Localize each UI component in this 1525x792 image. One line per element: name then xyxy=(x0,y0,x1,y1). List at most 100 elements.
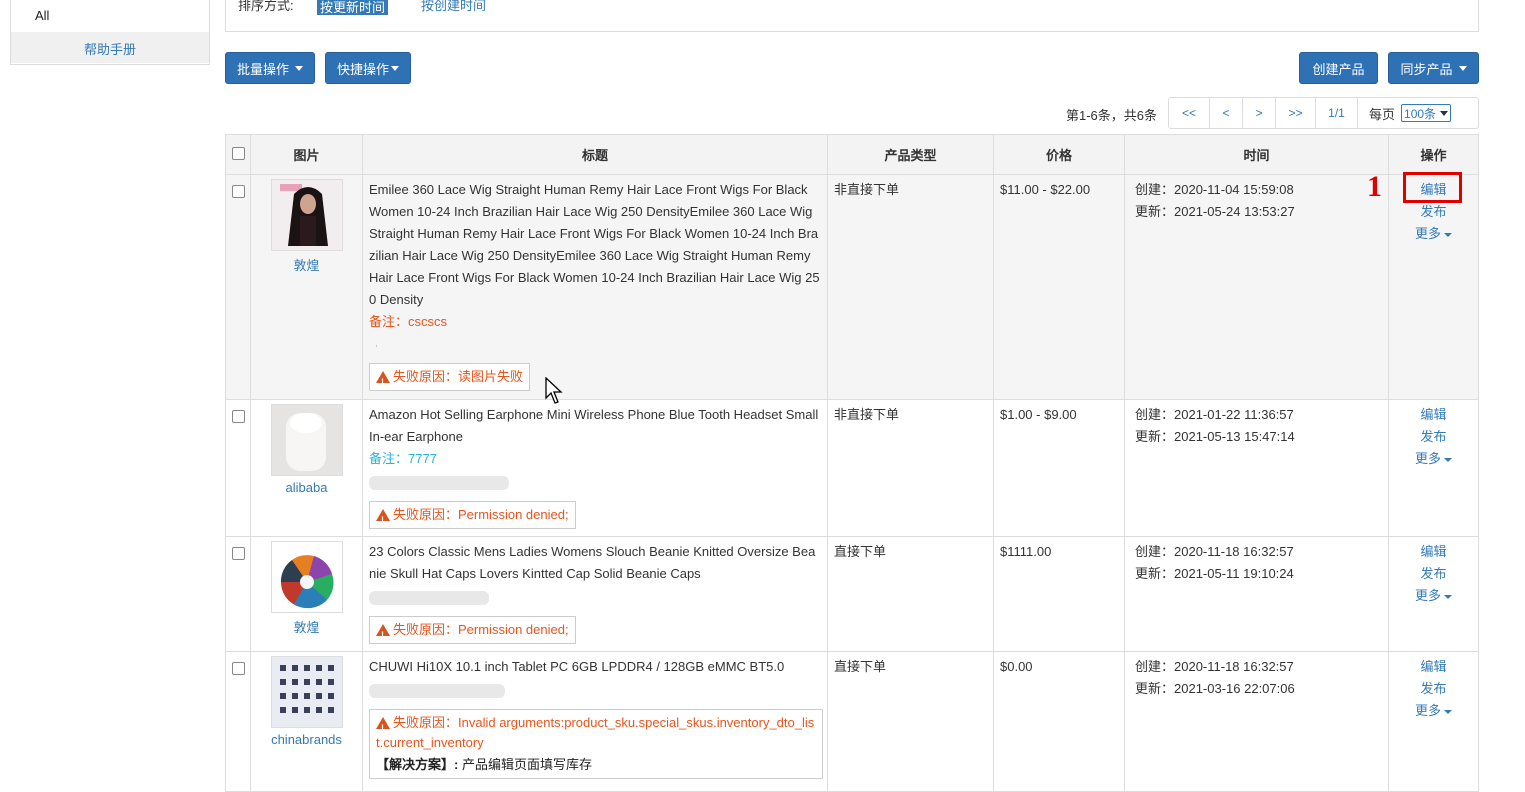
more-label: 更多 xyxy=(1414,451,1441,466)
row-select-cell xyxy=(225,174,251,400)
product-note: 备注：cscscs xyxy=(369,314,448,329)
product-thumbnail[interactable] xyxy=(270,656,343,728)
product-thumbnail[interactable] xyxy=(270,179,343,251)
step-marker: 1 xyxy=(1367,170,1382,203)
per-page-select[interactable]: 100条 xyxy=(1401,104,1452,122)
quick-actions-button[interactable]: 快捷操作 xyxy=(325,52,411,84)
warning-icon xyxy=(376,509,390,530)
product-thumbnail[interactable] xyxy=(270,541,343,613)
mouse-cursor-icon xyxy=(545,377,563,404)
pagination-info: 第1-6条，共6条 xyxy=(1066,108,1158,123)
help-manual-link[interactable]: 帮助手册 xyxy=(11,32,209,63)
ops-cell: 编辑 发布 更多 xyxy=(1388,651,1479,792)
product-source[interactable]: chinabrands xyxy=(251,732,362,747)
updated-time: 更新：2021-05-11 19:10:24 xyxy=(1135,566,1294,581)
header-ops: 操作 xyxy=(1388,134,1479,175)
sort-bar: 排序方式: 按更新时间 按创建时间 xyxy=(225,0,1479,32)
sort-by-created[interactable]: 按创建时间 xyxy=(421,0,486,14)
price-cell: $1.00 - $9.00 xyxy=(993,399,1125,537)
select-all-checkbox[interactable] xyxy=(231,146,245,160)
create-product-label: 创建产品 xyxy=(1312,61,1365,77)
pagination: << < > >> 1/1 每页 100条 xyxy=(1168,97,1479,129)
edit-link[interactable]: 编辑 xyxy=(1389,404,1478,426)
blurred-text xyxy=(369,684,505,698)
updated-time: 更新：2021-03-16 22:07:06 xyxy=(1135,681,1295,696)
type-cell: 直接下单 xyxy=(827,651,994,792)
row-checkbox[interactable] xyxy=(231,185,245,198)
price-cell: $1111.00 xyxy=(993,536,1125,652)
bulk-actions-label: 批量操作 xyxy=(236,61,289,77)
sort-by-updated[interactable]: 按更新时间 xyxy=(317,0,389,15)
row-checkbox[interactable] xyxy=(231,547,245,560)
image-cell: chinabrands xyxy=(250,651,363,792)
product-source[interactable]: 敦煌 xyxy=(251,617,362,636)
failure-reason-text: 失败原因：Permission denied; xyxy=(393,622,569,637)
publish-link[interactable]: 发布 xyxy=(1389,563,1478,585)
table-row: 敦煌 23 Colors Classic Mens Ladies Womens … xyxy=(225,536,1479,652)
more-label: 更多 xyxy=(1414,703,1441,718)
price-cell: $0.00 xyxy=(993,651,1125,792)
failure-reason-text: 失败原因：读图片失败 xyxy=(393,369,524,384)
failure-reason: 失败原因：Permission denied; xyxy=(369,501,576,530)
sidebar-item-all[interactable]: All xyxy=(11,0,209,32)
bulk-actions-button[interactable]: 批量操作 xyxy=(225,52,315,84)
ops-cell: 编辑 发布 更多 xyxy=(1388,174,1479,400)
more-link[interactable]: 更多 xyxy=(1389,223,1478,245)
tablet-product-image xyxy=(271,657,342,727)
row-checkbox[interactable] xyxy=(231,662,245,675)
row-checkbox[interactable] xyxy=(231,410,245,423)
more-link[interactable]: 更多 xyxy=(1389,585,1478,607)
next-page-button[interactable]: > xyxy=(1243,98,1276,128)
product-thumbnail[interactable] xyxy=(270,404,343,476)
earphone-product-image xyxy=(271,405,342,475)
solution-text: 产品编辑页面填写库存 xyxy=(461,757,592,772)
time-cell: 创建：2020-11-04 15:59:08 更新：2021-05-24 13:… xyxy=(1124,174,1389,400)
time-cell: 创建：2020-11-18 16:32:57 更新：2021-03-16 22:… xyxy=(1124,651,1389,792)
sync-product-button[interactable]: 同步产品 xyxy=(1388,52,1479,84)
image-cell: 敦煌 xyxy=(250,174,363,400)
more-link[interactable]: 更多 xyxy=(1389,700,1478,722)
header-image: 图片 xyxy=(250,134,363,175)
failure-reason-text: 失败原因：Permission denied; xyxy=(393,507,569,522)
chevron-down-icon xyxy=(1444,594,1452,599)
ops-cell: 编辑 发布 更多 xyxy=(1388,399,1479,537)
publish-link[interactable]: 发布 xyxy=(1389,426,1478,448)
table-row: alibaba Amazon Hot Selling Earphone Mini… xyxy=(225,399,1479,537)
edit-link[interactable]: 编辑 xyxy=(1389,656,1478,678)
sidebar: All 帮助手册 xyxy=(10,0,210,65)
created-time: 创建：2021-01-22 11:36:57 xyxy=(1135,407,1294,422)
chevron-down-icon xyxy=(1444,232,1452,237)
more-label: 更多 xyxy=(1414,588,1441,603)
solution-label: 【解决方案】: xyxy=(376,757,459,772)
product-source[interactable]: alibaba xyxy=(251,480,362,495)
title-cell: Emilee 360 Lace Wig Straight Human Remy … xyxy=(362,174,828,400)
header-type: 产品类型 xyxy=(827,134,994,175)
time-cell: 创建：2020-11-18 16:32:57 更新：2021-05-11 19:… xyxy=(1124,536,1389,652)
blurred-text: , xyxy=(375,338,378,349)
more-link[interactable]: 更多 xyxy=(1389,448,1478,470)
time-cell: 创建：2021-01-22 11:36:57 更新：2021-05-13 15:… xyxy=(1124,399,1389,537)
last-page-button[interactable]: >> xyxy=(1276,98,1316,128)
type-cell: 直接下单 xyxy=(827,536,994,652)
row-select-cell xyxy=(225,536,251,652)
product-source[interactable]: 敦煌 xyxy=(251,255,362,274)
publish-link[interactable]: 发布 xyxy=(1389,201,1478,223)
failure-reason: 失败原因：读图片失败 xyxy=(369,363,531,392)
header-time: 时间 xyxy=(1124,134,1389,175)
prev-page-button[interactable]: < xyxy=(1210,98,1243,128)
image-cell: alibaba xyxy=(250,399,363,537)
quick-actions-label: 快捷操作 xyxy=(336,61,389,77)
per-page-label: 每页 xyxy=(1369,106,1396,122)
edit-link[interactable]: 编辑 xyxy=(1389,541,1478,563)
chevron-down-icon xyxy=(1440,110,1449,116)
ops-cell: 编辑 发布 更多 xyxy=(1388,536,1479,652)
publish-link[interactable]: 发布 xyxy=(1389,678,1478,700)
first-page-button[interactable]: << xyxy=(1169,98,1210,128)
price-cell: $11.00 - $22.00 xyxy=(993,174,1125,400)
product-table: 图片 标题 产品类型 价格 时间 操作 敦煌 Emilee 360 Lace W… xyxy=(225,134,1479,792)
select-all-cell xyxy=(225,134,251,175)
title-cell: Amazon Hot Selling Earphone Mini Wireles… xyxy=(362,399,828,537)
create-product-button[interactable]: 创建产品 xyxy=(1299,52,1378,84)
solution: 【解决方案】: 产品编辑页面填写库存 xyxy=(376,755,816,775)
row-select-cell xyxy=(225,399,251,537)
